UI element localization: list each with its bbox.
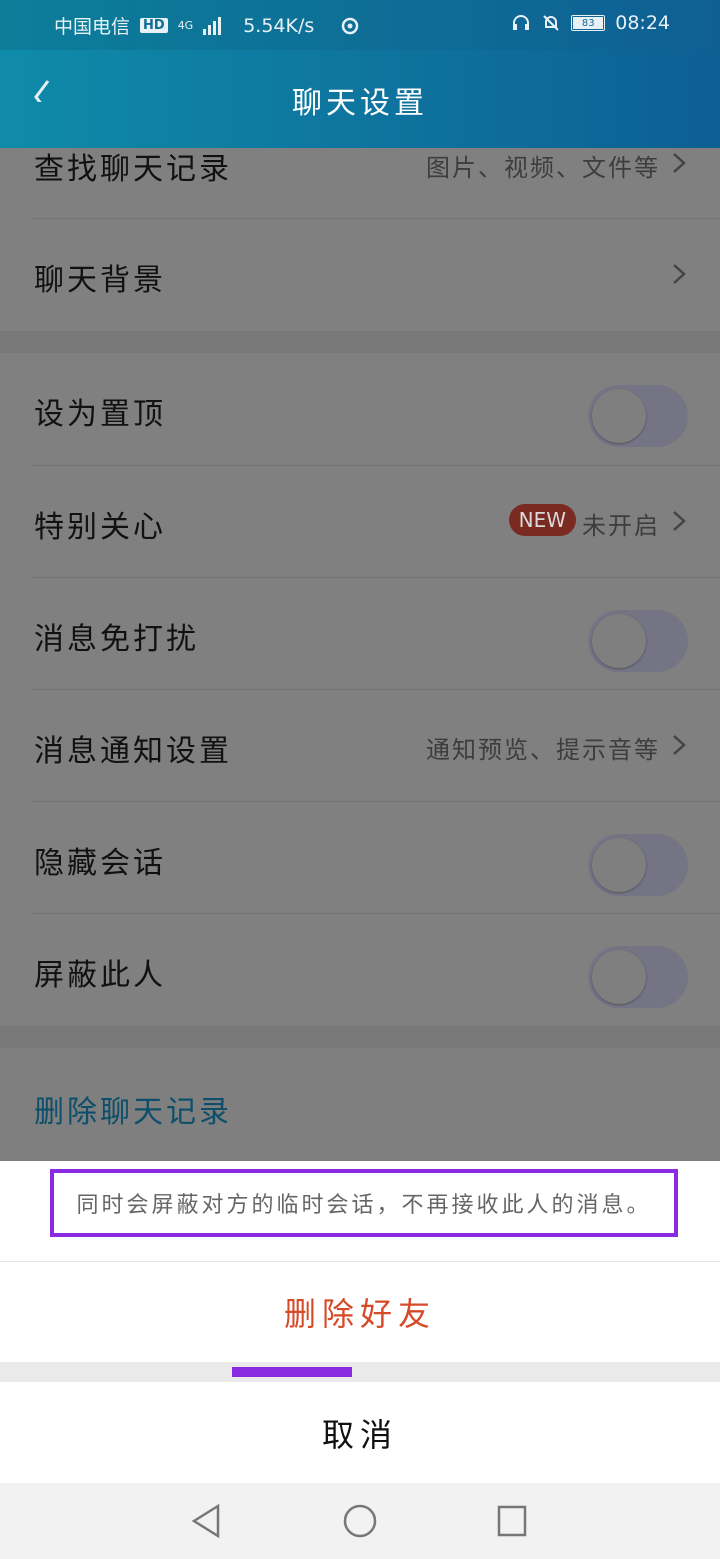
special-care-row[interactable]: 特别关心 NEW 未开启 [0, 466, 720, 578]
cancel-button[interactable]: 取消 [0, 1382, 720, 1483]
chat-background-row[interactable]: 聊天背景 [0, 219, 720, 331]
hide-session-label: 隐藏会话 [34, 846, 166, 881]
delete-history-link[interactable]: 删除聊天记录 [34, 1087, 232, 1131]
battery-icon: 83 [571, 15, 606, 31]
system-nav-bar [0, 1483, 720, 1559]
toggle-knob [592, 614, 646, 668]
block-person-toggle[interactable] [588, 946, 688, 1008]
find-history-row[interactable]: 查找聊天记录 图片、视频、文件等 [0, 148, 720, 220]
delete-friend-button[interactable]: 删除好友 [0, 1262, 720, 1362]
notification-settings-label: 消息通知设置 [34, 734, 232, 769]
do-not-disturb-label: 消息免打扰 [34, 622, 199, 657]
find-history-label: 查找聊天记录 [34, 152, 232, 187]
back-triangle-icon[interactable] [190, 1503, 222, 1539]
special-care-sub: 未开启 [582, 512, 660, 540]
do-not-disturb-row: 消息免打扰 [0, 578, 720, 690]
section-gap [0, 331, 720, 353]
chevron-right-icon [673, 511, 686, 531]
pin-top-toggle[interactable] [588, 385, 688, 447]
sync-icon [342, 17, 359, 34]
pin-top-label: 设为置顶 [34, 397, 166, 432]
recents-square-icon[interactable] [496, 1503, 528, 1539]
toggle-knob [592, 838, 646, 892]
sheet-hint-text: 同时会屏蔽对方的临时会话，不再接收此人的消息。 [50, 1169, 678, 1237]
notification-settings-row[interactable]: 消息通知设置 通知预览、提示音等 [0, 690, 720, 802]
clock: 08:24 [615, 12, 670, 34]
chevron-right-icon [673, 153, 686, 173]
special-care-label: 特别关心 [34, 510, 166, 545]
network-type: 4G [177, 18, 194, 32]
carrier-name: 中国电信 [54, 16, 131, 38]
chevron-right-icon [673, 735, 686, 755]
bell-off-icon [543, 15, 559, 31]
settings-list: 查找聊天记录 图片、视频、文件等 聊天背景 设为置顶 特别关心 NEW 未开启 … [0, 148, 720, 1161]
find-history-sub: 图片、视频、文件等 [426, 154, 660, 182]
network-speed: 5.54K/s [243, 14, 315, 37]
hide-session-row: 隐藏会话 [0, 802, 720, 914]
signal-bars-icon [203, 16, 222, 35]
page-title: 聊天设置 [292, 86, 428, 121]
chevron-right-icon [673, 264, 686, 284]
title-bar: 聊天设置 [0, 50, 720, 148]
pin-top-row: 设为置顶 [0, 353, 720, 465]
action-sheet: 同时会屏蔽对方的临时会话，不再接收此人的消息。 删除好友 取消 [0, 1161, 720, 1483]
chat-background-label: 聊天背景 [34, 263, 166, 298]
sheet-gap [0, 1362, 720, 1382]
hd-badge: HD [140, 18, 168, 33]
highlight-marker [232, 1367, 352, 1377]
block-person-label: 屏蔽此人 [34, 958, 166, 993]
toggle-knob [592, 950, 646, 1004]
notification-settings-sub: 通知预览、提示音等 [426, 736, 660, 764]
toggle-knob [592, 389, 646, 443]
home-circle-icon[interactable] [342, 1503, 378, 1539]
block-person-row: 屏蔽此人 [0, 914, 720, 1026]
section-gap [0, 1026, 720, 1048]
new-badge: NEW [508, 504, 576, 536]
do-not-disturb-toggle[interactable] [588, 610, 688, 672]
hide-session-toggle[interactable] [588, 834, 688, 896]
status-bar: 中国电信 HD 4G 5.54K/s 83 08:24 [0, 0, 720, 50]
headset-icon [513, 15, 530, 30]
